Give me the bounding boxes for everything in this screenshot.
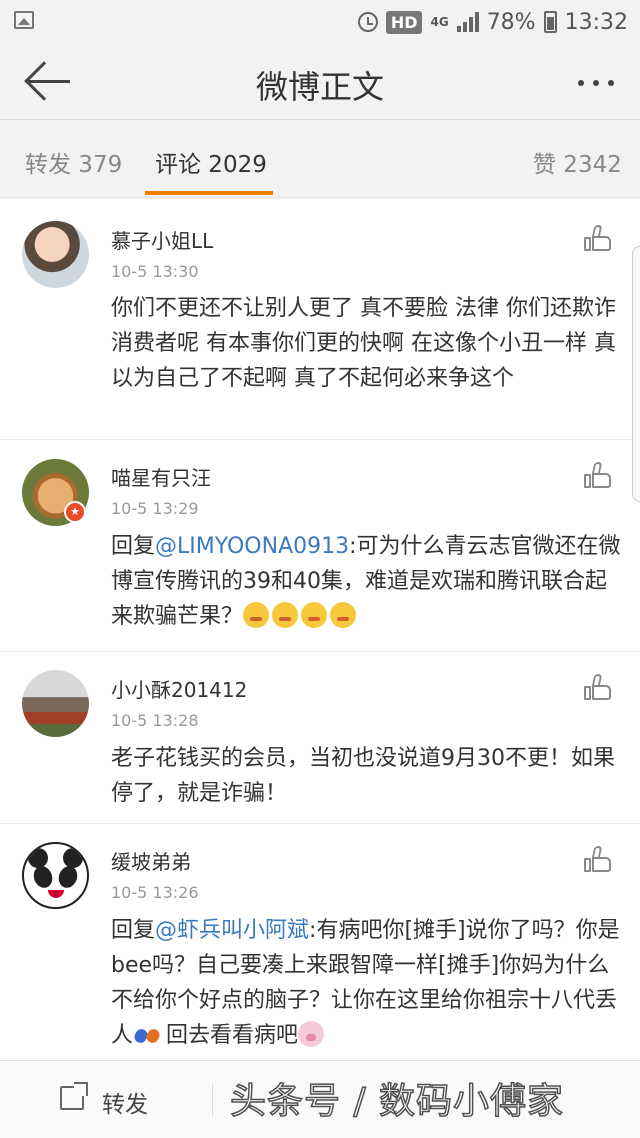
thumbs-up-icon[interactable] — [584, 846, 612, 872]
active-tab-indicator — [145, 191, 273, 195]
tab-bar: 转发 379 评论 2029 赞 2342 — [0, 121, 640, 198]
thumbs-up-icon[interactable] — [584, 225, 612, 251]
comment-author[interactable]: 小小酥201412 — [111, 674, 247, 703]
scrollbar[interactable] — [632, 246, 640, 502]
status-bar: HD 4G 78% 13:32 — [0, 0, 640, 44]
thumbs-up-icon[interactable] — [584, 462, 612, 488]
divider — [212, 1083, 213, 1117]
more-dots-icon[interactable] — [578, 80, 614, 86]
comment-time: 10-5 13:30 — [111, 262, 199, 281]
page-title: 微博正文 — [255, 68, 384, 106]
tab-likes[interactable]: 赞 2342 — [533, 145, 622, 179]
thumbs-up-icon[interactable] — [584, 674, 612, 700]
tab-comments[interactable]: 评论 2029 — [155, 145, 267, 179]
alarm-icon — [357, 12, 378, 32]
repost-button[interactable]: 转发 — [102, 1085, 148, 1119]
comment-list[interactable]: 慕子小姐LL 10-5 13:30 你们不更还不让别人更了 真不要脸 法律 你们… — [0, 199, 640, 1060]
network-type: 4G — [430, 14, 449, 29]
battery-percent: 78% — [486, 9, 536, 35]
emoji-icon — [272, 602, 299, 628]
comment-text: 回复@虾兵叫小阿斌:有病吧你[摊手]说你了吗？你是bee吗？自己要凑上来跟智障一… — [111, 913, 623, 1053]
title-bar: 微博正文 — [0, 44, 640, 120]
pill-emoji-icon — [133, 1021, 163, 1047]
reply-prefix: 回复 — [111, 918, 156, 943]
clock: 13:32 — [564, 9, 628, 35]
comment-item: 小小酥201412 10-5 13:28 老子花钱买的会员，当初也没说道9月30… — [0, 652, 640, 824]
comment-author[interactable]: 喵星有只汪 — [111, 462, 211, 491]
verified-badge-icon: ★ — [64, 501, 86, 523]
comment-text: 你们不更还不让别人更了 真不要脸 法律 你们还欺诈消费者呢 有本事你们更的快啊 … — [111, 296, 616, 391]
comment-time: 10-5 13:26 — [111, 883, 199, 902]
comment-item: ★ 喵星有只汪 10-5 13:29 回复@LIMYOONA0913:可为什么青… — [0, 440, 640, 652]
watermark: 头条号 / 数码小傅家 — [229, 1080, 565, 1123]
pig-emoji-icon — [298, 1021, 325, 1047]
comment-text: 老子花钱买的会员，当初也没说道9月30不更！如果停了，就是诈骗！ — [111, 746, 615, 806]
emoji-icon — [330, 602, 357, 628]
tab-reposts[interactable]: 转发 379 — [25, 145, 122, 179]
status-bar-right: HD 4G 78% 13:32 — [357, 6, 628, 38]
hd-badge: HD — [385, 10, 423, 34]
emoji-icon — [301, 602, 328, 628]
signal-icon — [456, 12, 479, 32]
avatar[interactable] — [22, 842, 89, 909]
emoji-icon — [243, 602, 270, 628]
comment-item: 慕子小姐LL 10-5 13:30 你们不更还不让别人更了 真不要脸 法律 你们… — [0, 199, 640, 440]
comment-text: 回复@LIMYOONA0913:可为什么青云志官微还在微博宣传腾讯的39和40集… — [111, 529, 623, 634]
gallery-notification-icon — [14, 11, 34, 29]
share-icon[interactable] — [60, 1082, 88, 1110]
avatar[interactable] — [22, 670, 89, 737]
comment-message-tail: 回去看看病吧 — [166, 1023, 299, 1048]
battery-icon — [543, 11, 557, 33]
comment-author[interactable]: 缓坡弟弟 — [111, 846, 191, 875]
avatar[interactable] — [22, 221, 89, 288]
mention-link[interactable]: @虾兵叫小阿斌 — [155, 918, 309, 943]
comment-item: 缓坡弟弟 10-5 13:26 回复@虾兵叫小阿斌:有病吧你[摊手]说你了吗？你… — [0, 824, 640, 1060]
comment-time: 10-5 13:29 — [111, 499, 199, 518]
reply-prefix: 回复 — [111, 534, 156, 559]
comment-time: 10-5 13:28 — [111, 711, 199, 730]
comment-author[interactable]: 慕子小姐LL — [111, 225, 213, 254]
mention-link[interactable]: @LIMYOONA0913 — [155, 534, 349, 559]
